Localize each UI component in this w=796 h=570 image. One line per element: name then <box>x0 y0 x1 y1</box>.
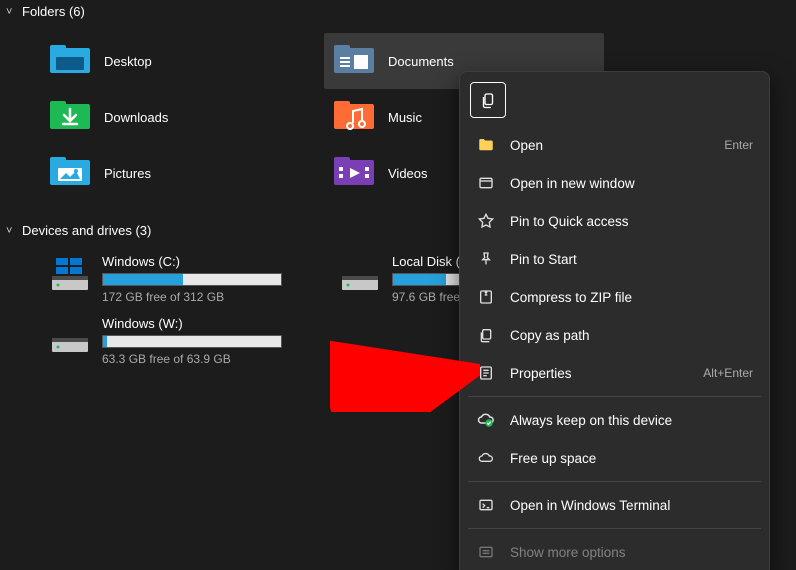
menu-more[interactable]: Show more options <box>466 533 763 570</box>
pictures-folder-icon <box>50 157 90 189</box>
terminal-icon <box>476 495 496 515</box>
folder-downloads[interactable]: Downloads <box>40 89 320 145</box>
drive-name: Windows (W:) <box>102 316 310 331</box>
menu-label: Always keep on this device <box>510 413 753 428</box>
new-window-icon <box>476 173 496 193</box>
menu-label: Show more options <box>510 545 753 560</box>
folder-label: Desktop <box>104 54 152 69</box>
menu-open-new-window[interactable]: Open in new window <box>466 164 763 202</box>
folder-label: Music <box>388 110 422 125</box>
cloud-check-icon <box>476 410 496 430</box>
folder-pictures[interactable]: Pictures <box>40 145 320 201</box>
folder-label: Downloads <box>104 110 168 125</box>
copy-path-icon <box>476 325 496 345</box>
menu-label: Copy as path <box>510 328 753 343</box>
menu-shortcut: Enter <box>724 138 753 152</box>
folder-open-icon <box>476 135 496 155</box>
drive-usage-bar <box>102 335 282 348</box>
context-menu: Open Enter Open in new window Pin to Qui… <box>459 71 770 570</box>
drive-c[interactable]: Windows (C:) 172 GB free of 312 GB <box>40 250 320 308</box>
menu-label: Pin to Start <box>510 252 753 267</box>
drive-icon <box>340 254 380 292</box>
drive-name: Windows (C:) <box>102 254 310 269</box>
chevron-down-icon: ˅ <box>6 225 16 237</box>
drive-usage-bar <box>102 273 282 286</box>
drives-section-title: Devices and drives (3) <box>22 223 151 238</box>
menu-pin-quick[interactable]: Pin to Quick access <box>466 202 763 240</box>
menu-label: Open in Windows Terminal <box>510 498 753 513</box>
folders-section-title: Folders (6) <box>22 4 85 19</box>
videos-folder-icon <box>334 157 374 189</box>
folder-label: Pictures <box>104 166 151 181</box>
copy-button[interactable] <box>470 82 506 118</box>
drive-free-text: 172 GB free of 312 GB <box>102 290 310 304</box>
more-icon <box>476 542 496 562</box>
drive-w[interactable]: Windows (W:) 63.3 GB free of 63.9 GB <box>40 312 320 370</box>
music-folder-icon <box>334 101 374 133</box>
menu-shortcut: Alt+Enter <box>703 366 753 380</box>
menu-copy-path[interactable]: Copy as path <box>466 316 763 354</box>
downloads-folder-icon <box>50 101 90 133</box>
menu-free-up[interactable]: Free up space <box>466 439 763 477</box>
menu-properties[interactable]: Properties Alt+Enter <box>466 354 763 392</box>
drive-free-text: 63.3 GB free of 63.9 GB <box>102 352 310 366</box>
menu-separator <box>468 528 761 529</box>
menu-always-keep[interactable]: Always keep on this device <box>466 401 763 439</box>
folder-desktop[interactable]: Desktop <box>40 33 320 89</box>
menu-separator <box>468 396 761 397</box>
os-drive-icon <box>50 254 90 292</box>
menu-label: Properties <box>510 366 703 381</box>
zip-icon <box>476 287 496 307</box>
documents-folder-icon <box>334 45 374 77</box>
desktop-folder-icon <box>50 45 90 77</box>
drive-icon <box>50 316 90 354</box>
menu-terminal[interactable]: Open in Windows Terminal <box>466 486 763 524</box>
menu-pin-start[interactable]: Pin to Start <box>466 240 763 278</box>
menu-label: Open <box>510 138 724 153</box>
menu-label: Free up space <box>510 451 753 466</box>
properties-icon <box>476 363 496 383</box>
folder-label: Videos <box>388 166 428 181</box>
cloud-icon <box>476 448 496 468</box>
menu-open[interactable]: Open Enter <box>466 126 763 164</box>
pin-icon <box>476 249 496 269</box>
folders-section-header[interactable]: ˅ Folders (6) <box>0 0 796 23</box>
menu-label: Open in new window <box>510 176 753 191</box>
menu-compress[interactable]: Compress to ZIP file <box>466 278 763 316</box>
folder-label: Documents <box>388 54 454 69</box>
menu-label: Compress to ZIP file <box>510 290 753 305</box>
star-icon <box>476 211 496 231</box>
menu-label: Pin to Quick access <box>510 214 753 229</box>
menu-separator <box>468 481 761 482</box>
chevron-down-icon: ˅ <box>6 6 16 18</box>
